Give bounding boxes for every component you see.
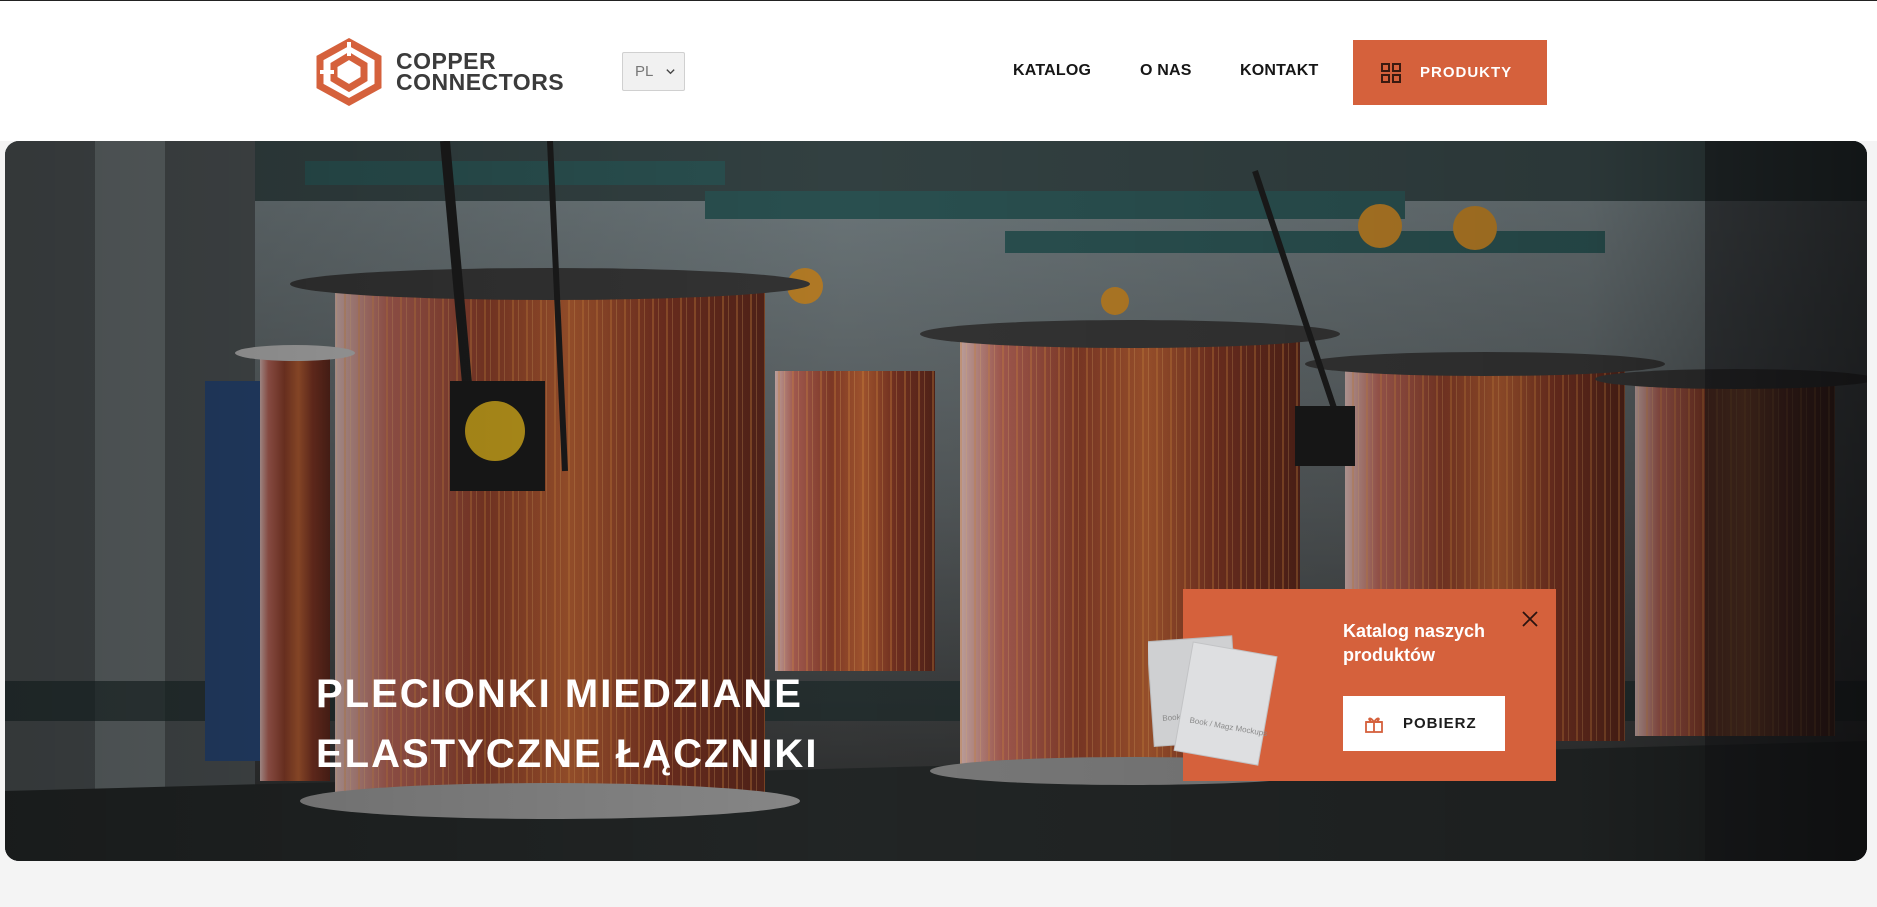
close-icon[interactable] [1519, 608, 1541, 630]
chevron-down-icon [666, 69, 675, 75]
brand-name-line2: CONNECTORS [396, 69, 565, 95]
download-catalog-button[interactable]: POBIERZ [1343, 696, 1505, 751]
grid-icon [1381, 62, 1401, 83]
hero-title-line1: PLECIONKI MIEDZIANE [316, 672, 803, 716]
copper-connectors-logo-icon [316, 38, 382, 106]
gift-box-icon [1365, 717, 1383, 733]
products-button[interactable]: PRODUKTY [1353, 40, 1547, 105]
hero-banner: PLECIONKI MIEDZIANE ELASTYCZNE ŁĄCZNIKI [5, 141, 1867, 861]
catalog-popup: Book / Mag Book / Magz Mockups Katalog n… [1148, 589, 1556, 781]
hero-dark-overlay [5, 141, 1867, 861]
site-header: COPPER CONNECTORS PL KATALOG O NAS KONTA… [0, 1, 1877, 141]
language-select[interactable]: PL [622, 52, 685, 91]
nav-item-o-nas[interactable]: O NAS [1140, 62, 1192, 80]
hero-title: PLECIONKI MIEDZIANE ELASTYCZNE ŁĄCZNIKI [316, 664, 818, 784]
nav-item-katalog[interactable]: KATALOG [1013, 62, 1091, 80]
products-button-label: PRODUKTY [1420, 64, 1513, 81]
brand-name: COPPER CONNECTORS [396, 50, 565, 95]
hero-title-line2: ELASTYCZNE ŁĄCZNIKI [316, 732, 819, 776]
catalog-book-mockup-image: Book / Mag Book / Magz Mockups [1148, 635, 1278, 766]
brand-logo[interactable]: COPPER CONNECTORS [316, 38, 564, 106]
catalog-popup-title: Katalog naszych produktów [1343, 621, 1486, 665]
nav-item-kontakt[interactable]: KONTAKT [1240, 62, 1318, 80]
download-catalog-label: POBIERZ [1403, 715, 1477, 732]
language-selected-value: PL [635, 63, 654, 80]
